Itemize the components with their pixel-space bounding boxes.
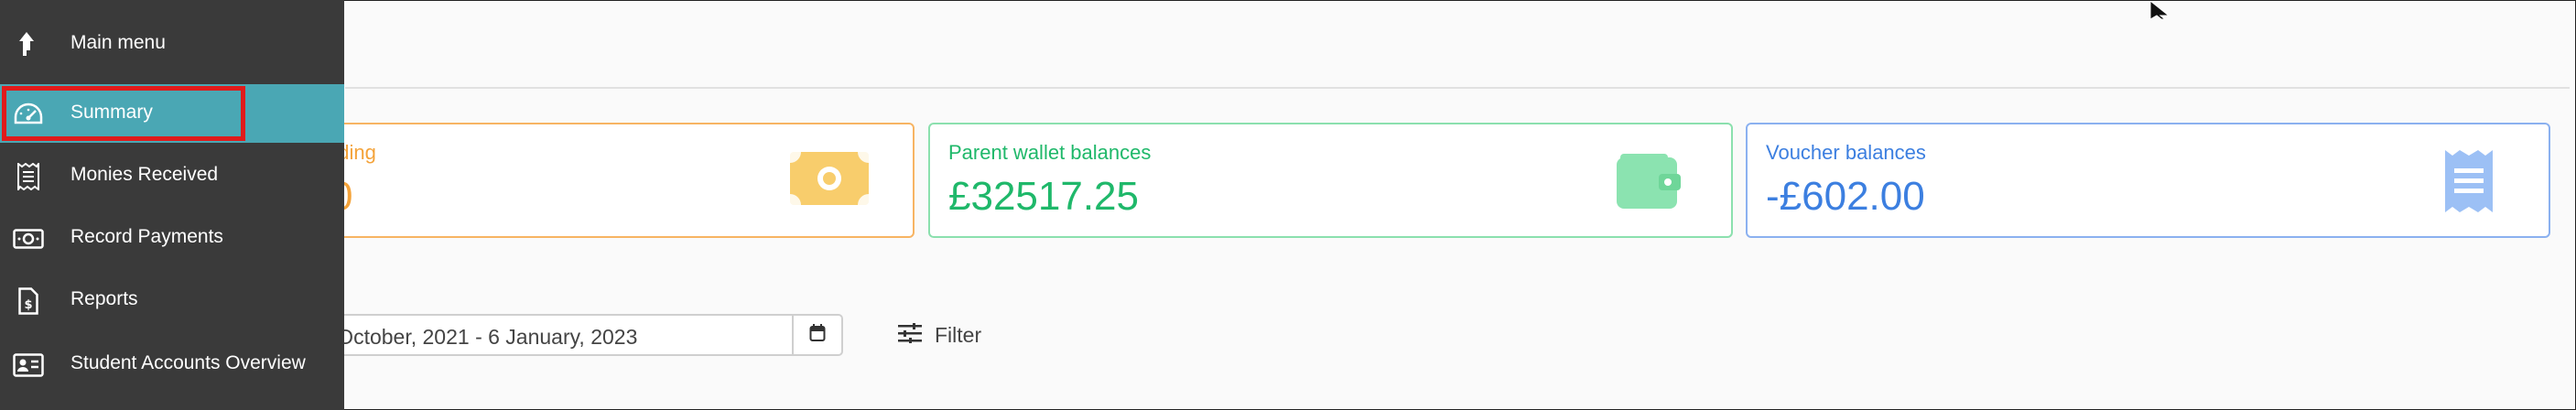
arrow-up-icon xyxy=(13,29,44,60)
outstanding-card: nding 0 xyxy=(327,123,915,238)
calendar-icon xyxy=(809,323,826,347)
sidebar-item-student-accounts-overview[interactable]: Student Accounts Overview xyxy=(0,335,344,394)
sidebar-item-label: Main menu xyxy=(70,32,166,53)
parent-wallet-card: Parent wallet balances £32517.25 xyxy=(928,123,1733,238)
banknote-icon xyxy=(790,152,869,210)
sidebar-item-summary[interactable]: Summary xyxy=(0,84,344,143)
sidebar-item-main-menu[interactable]: Main menu xyxy=(0,15,344,73)
filter-label: Filter xyxy=(935,322,982,347)
wallet-card-title: Parent wallet balances xyxy=(948,141,1152,164)
receipt-icon xyxy=(2443,148,2495,219)
id-card-icon xyxy=(13,350,44,381)
sidebar-item-label: Monies Received xyxy=(70,164,219,185)
date-range-input[interactable]: 5 October, 2021 - 6 January, 2023 xyxy=(318,314,843,356)
voucher-card-title: Voucher balances xyxy=(1766,141,1926,164)
sidebar-item-monies-received[interactable]: Monies Received xyxy=(0,146,344,205)
sidebar-item-label: Record Payments xyxy=(70,226,223,247)
dollar-document-icon: $ xyxy=(13,286,44,317)
cash-icon xyxy=(13,223,44,254)
filter-button[interactable]: Filter xyxy=(898,321,981,349)
voucher-card: Voucher balances -£602.00 xyxy=(1746,123,2550,238)
sidebar-item-label: Reports xyxy=(70,288,138,309)
wallet-card-value: £32517.25 xyxy=(948,174,1139,219)
sidebar: Main menu Summary Monies Received Record… xyxy=(0,0,344,410)
receipt-list-icon xyxy=(13,161,44,192)
sidebar-item-label: Student Accounts Overview xyxy=(70,352,306,373)
calendar-button[interactable] xyxy=(792,316,841,354)
wallet-icon xyxy=(1617,154,1681,215)
sliders-icon xyxy=(898,322,922,348)
header-divider xyxy=(345,87,2570,89)
svg-text:$: $ xyxy=(24,298,32,312)
speedometer-icon xyxy=(13,99,44,130)
sidebar-item-record-payments[interactable]: Record Payments xyxy=(0,209,344,267)
mouse-cursor-icon xyxy=(2148,0,2172,24)
date-range-value: 5 October, 2021 - 6 January, 2023 xyxy=(319,325,638,349)
sidebar-item-reports[interactable]: $ Reports xyxy=(0,271,344,329)
main-content: nding 0 Parent wallet balances £32517.25 xyxy=(0,0,2576,410)
sidebar-item-label: Summary xyxy=(70,102,153,123)
voucher-card-value: -£602.00 xyxy=(1766,174,1925,219)
